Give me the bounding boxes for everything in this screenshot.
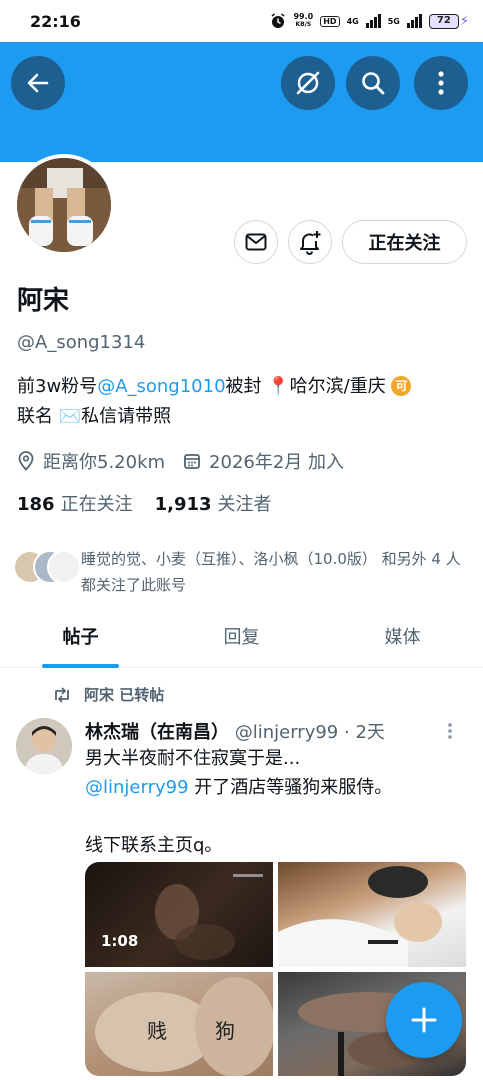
notify-button[interactable] xyxy=(288,220,332,264)
svg-text:狗: 狗 xyxy=(215,1019,235,1043)
ke-emoji-badge: 可 xyxy=(391,376,412,396)
more-vertical-icon xyxy=(448,723,452,739)
back-button[interactable] xyxy=(11,56,65,110)
status-time: 22:16 xyxy=(30,11,81,31)
calendar-icon xyxy=(183,452,201,470)
tweet-text: 男大半夜耐不住寂寞于是... @linjerry99 开了酒店等骚狗来服侍。 线… xyxy=(85,748,393,856)
arrow-left-icon xyxy=(27,73,49,93)
follow-stats: 186 正在关注 1,913 关注者 xyxy=(17,490,272,516)
following-button[interactable]: 正在关注 xyxy=(342,220,467,264)
network-speed: 99.0 KB/S xyxy=(293,12,314,29)
grok-button[interactable] xyxy=(281,56,335,110)
envelope-icon xyxy=(245,233,267,251)
profile-name: 阿宋 xyxy=(17,286,70,316)
location-text: 距离你5.20km xyxy=(43,452,166,473)
followed-by-avatars xyxy=(13,546,81,586)
more-vertical-icon xyxy=(438,71,444,95)
alarm-icon xyxy=(272,13,285,28)
plus-icon xyxy=(411,1007,437,1033)
avatar-image xyxy=(17,158,111,252)
grok-icon xyxy=(296,71,320,95)
followed-by-row[interactable]: 睡觉的觉、小麦（互推）、洛小枫（10.0版） 和另外 4 人 都关注了此账号 xyxy=(13,546,475,598)
tweet-time: · 2天 xyxy=(344,722,385,743)
tab-replies[interactable]: 回复 xyxy=(161,612,322,667)
tweet-author-name[interactable]: 林杰瑞（在南昌） xyxy=(85,722,229,743)
tweet-author-avatar[interactable] xyxy=(16,718,72,774)
network-5g-label: 5G xyxy=(387,16,400,26)
following-link[interactable]: 186 正在关注 xyxy=(17,490,133,516)
video-duration: 1:08 xyxy=(101,932,139,950)
battery-icon: 72 ⚡ xyxy=(428,13,469,29)
charging-icon: ⚡ xyxy=(459,13,469,29)
profile-banner[interactable] xyxy=(0,42,483,162)
svg-text:贱: 贱 xyxy=(147,1019,167,1043)
tab-media[interactable]: 媒体 xyxy=(322,612,483,667)
message-button[interactable] xyxy=(234,220,278,264)
media-video[interactable]: 1:08 xyxy=(85,862,273,967)
profile-bio: 前3w粉号@A_song1010被封 📍哈尔滨/重庆 可 联名 ✉️私信请带照 xyxy=(17,372,472,432)
signal-1-icon xyxy=(365,14,381,28)
media-image[interactable] xyxy=(278,862,466,967)
compose-button[interactable] xyxy=(386,982,462,1058)
status-bar: 22:16 99.0 KB/S HD 4G 5G 72 ⚡ xyxy=(0,0,483,42)
search-button[interactable] xyxy=(346,56,400,110)
hd-badge: HD xyxy=(320,15,340,27)
followers-link[interactable]: 1,913 关注者 xyxy=(155,490,272,516)
tweet-more-button[interactable] xyxy=(447,722,453,744)
profile-tabs: 帖子 回复 媒体 xyxy=(0,612,483,668)
battery-level: 72 xyxy=(428,13,459,29)
bell-plus-icon xyxy=(300,231,321,255)
repost-icon xyxy=(52,686,72,703)
location-pin-icon xyxy=(17,451,35,471)
joined-text: 2026年2月 加入 xyxy=(209,452,345,473)
signal-2-icon xyxy=(406,14,422,28)
tweet-mention-link[interactable]: @linjerry99 xyxy=(85,777,189,798)
profile-meta: 距离你5.20km 2026年2月 加入 xyxy=(17,448,344,474)
repost-label: 阿宋 已转帖 xyxy=(84,686,165,704)
media-image[interactable]: 贱狗 xyxy=(85,972,273,1076)
tab-posts[interactable]: 帖子 xyxy=(0,612,161,668)
profile-handle: @A_song1314 xyxy=(17,332,146,353)
avatar xyxy=(47,550,81,584)
repost-indicator: 阿宋 已转帖 xyxy=(52,684,164,705)
profile-avatar[interactable] xyxy=(13,154,115,256)
tweet-header: 林杰瑞（在南昌） @linjerry99 · 2天 xyxy=(85,718,385,744)
network-4g-label: 4G xyxy=(346,16,359,26)
more-button[interactable] xyxy=(414,56,468,110)
bio-mention-link[interactable]: @A_song1010 xyxy=(97,376,225,397)
search-icon xyxy=(362,72,385,95)
tweet-author-handle[interactable]: @linjerry99 xyxy=(235,722,339,743)
followed-by-text: 睡觉的觉、小麦（互推）、洛小枫（10.0版） 和另外 4 人 都关注了此账号 xyxy=(81,550,461,594)
status-icons: 99.0 KB/S HD 4G 5G 72 ⚡ xyxy=(270,13,469,29)
